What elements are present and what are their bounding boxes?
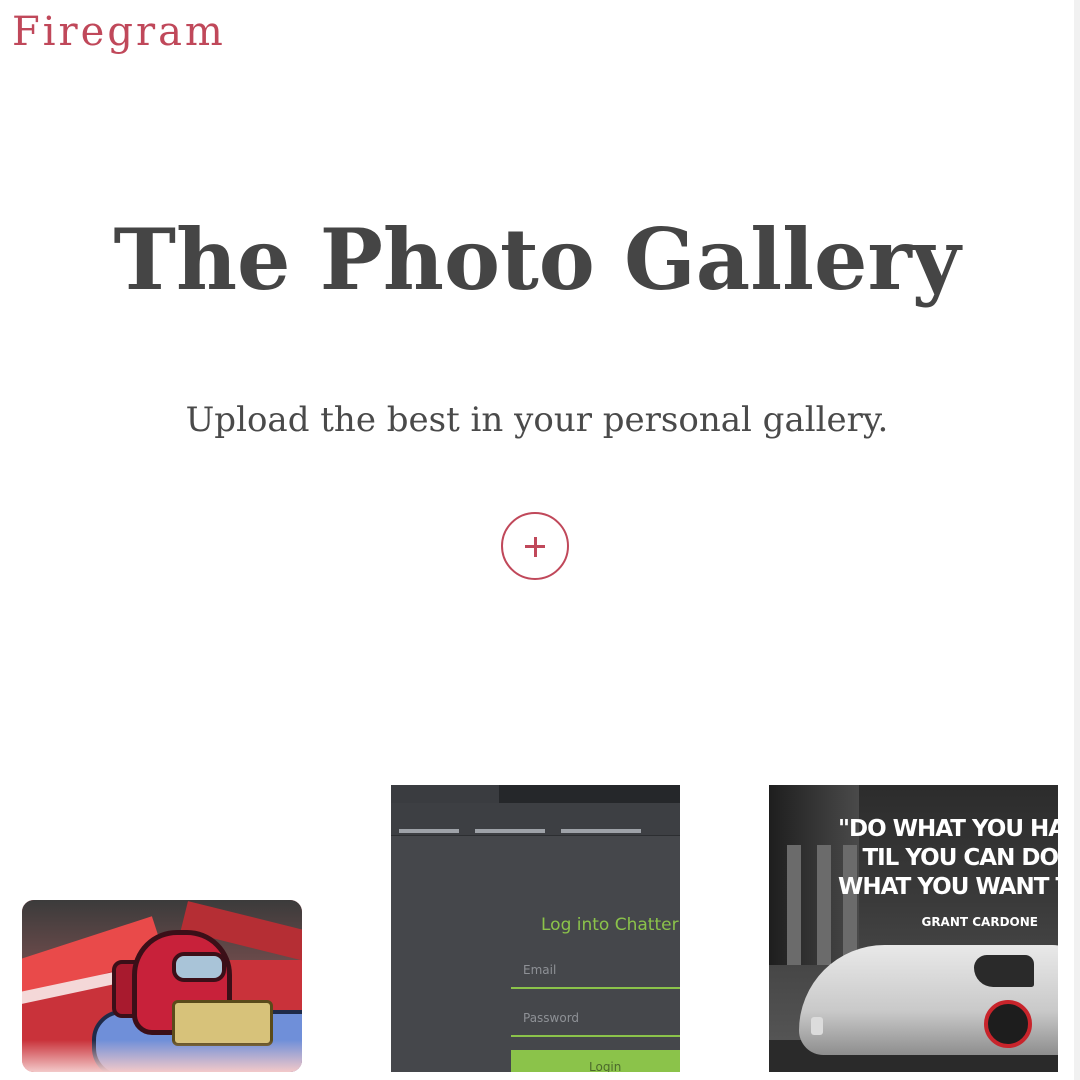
email-field-line <box>511 987 680 989</box>
gallery-image[interactable]: "DO WHAT YOU HAVE TIL YOU CAN DO WHAT YO… <box>769 785 1058 1072</box>
login-button-label: Login <box>589 1060 622 1072</box>
upload-button[interactable] <box>501 512 569 580</box>
login-title: Log into Chatter <box>541 915 679 935</box>
gallery-image[interactable]: Log into Chatter Email Password Login <box>391 785 680 1072</box>
quote-text: "DO WHAT YOU HAVE TIL YOU CAN DO WHAT YO… <box>838 816 1058 900</box>
page-subtitle: Upload the best in your personal gallery… <box>185 400 889 440</box>
brand-logo[interactable]: Firegram <box>12 6 226 58</box>
password-field-line <box>511 1035 680 1037</box>
password-placeholder: Password <box>523 1011 580 1025</box>
email-placeholder: Email <box>523 963 557 977</box>
gallery-image[interactable] <box>22 900 302 1072</box>
page-scrollbar[interactable] <box>1074 0 1080 1080</box>
quote-author: GRANT CARDONE <box>921 915 1038 929</box>
horse-logo-icon <box>811 1017 823 1035</box>
page-title: The Photo Gallery <box>113 210 961 309</box>
